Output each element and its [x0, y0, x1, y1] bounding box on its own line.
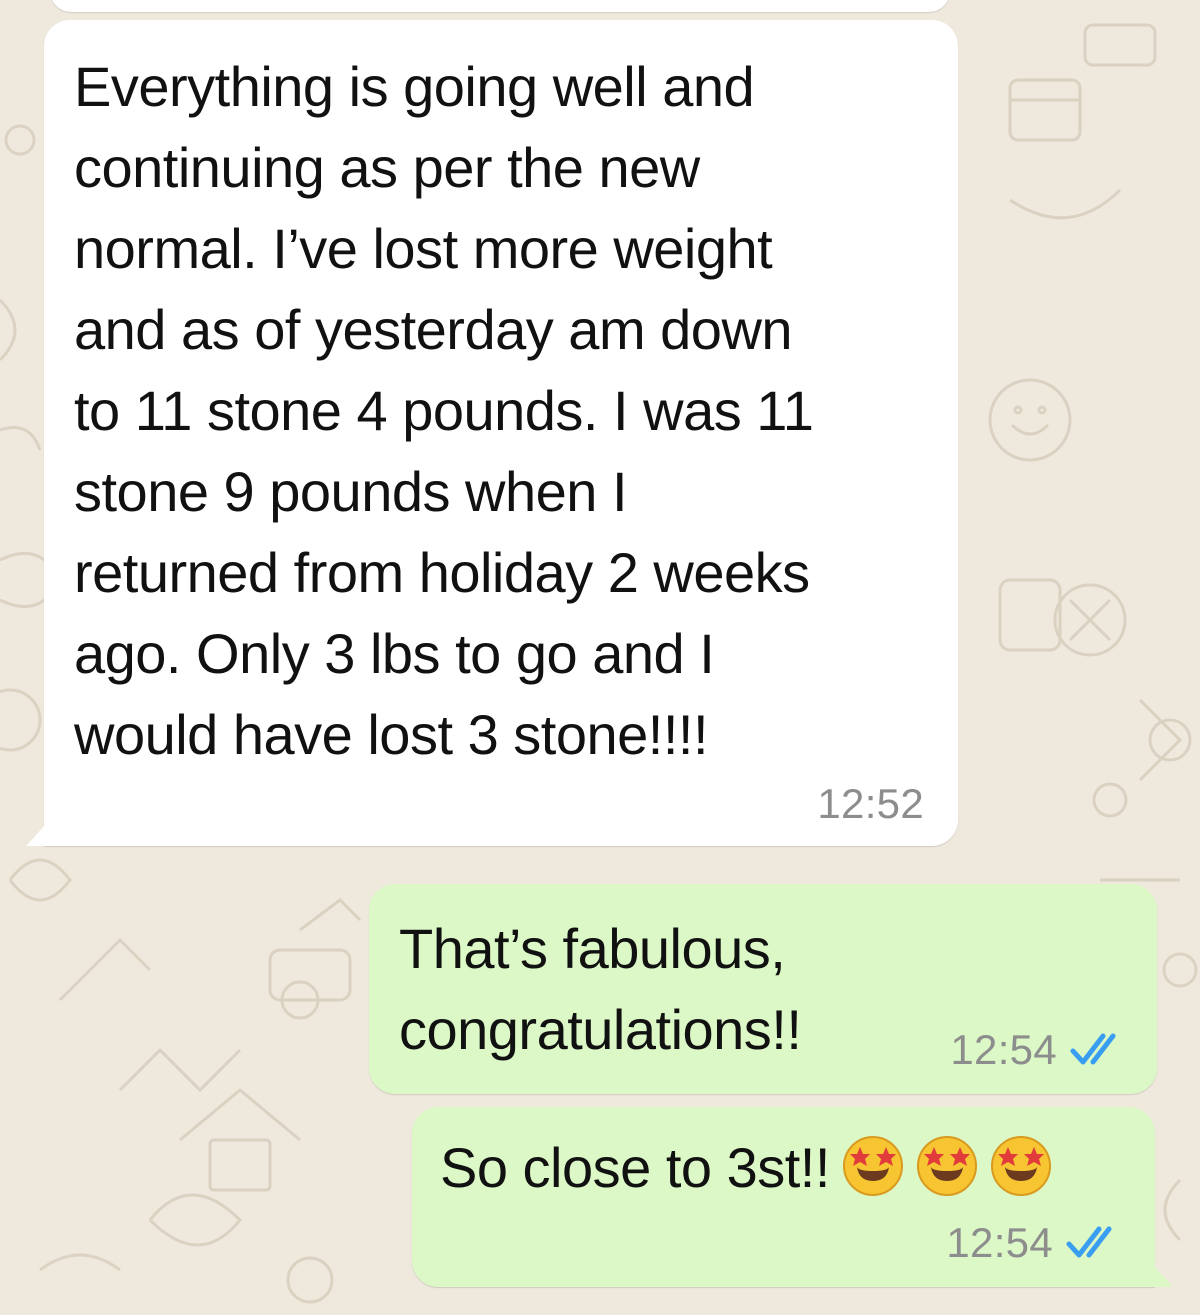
star-struck-emoji-icon	[842, 1135, 904, 1197]
outgoing-message-bubble[interactable]: So close to 3st!! 12:54	[412, 1107, 1173, 1287]
message-time: 12:54	[946, 1219, 1053, 1266]
outgoing-message-bubble[interactable]: That’s fabulous, congratulations!! 12:54	[369, 884, 1157, 1094]
message-text: So close to 3st!!	[440, 1127, 1115, 1208]
previous-message-bubble	[50, 0, 950, 12]
message-meta: 12:54	[950, 1026, 1127, 1074]
message-meta: 12:52	[817, 780, 924, 828]
message-time: 12:54	[950, 1026, 1057, 1073]
double-check-read-icon	[1069, 1031, 1127, 1069]
double-check-read-icon	[1065, 1224, 1123, 1262]
incoming-message-bubble[interactable]: Everything is going well and continuing …	[26, 20, 958, 846]
star-struck-emoji-icon	[916, 1135, 978, 1197]
chat-area[interactable]: Everything is going well and continuing …	[0, 0, 1200, 1315]
message-text: Everything is going well and continuing …	[74, 55, 814, 766]
star-struck-emoji-icon	[990, 1135, 1052, 1197]
bubble-tail	[26, 824, 46, 846]
bubble-tail	[1153, 1265, 1173, 1287]
message-time: 12:52	[817, 780, 924, 827]
message-meta: 12:54	[946, 1219, 1123, 1267]
message-text-content: So close to 3st!!	[440, 1136, 830, 1199]
